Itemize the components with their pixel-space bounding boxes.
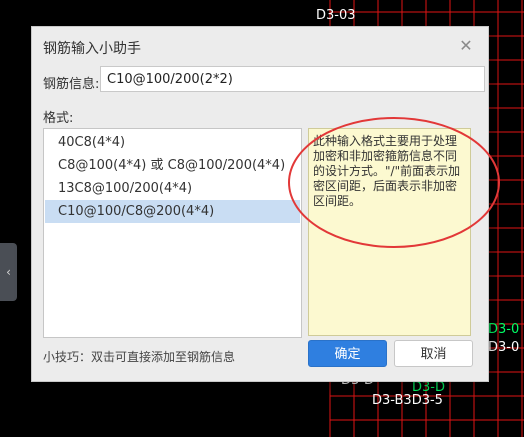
rebar-input-helper-dialog: 钢筋输入小助手 ✕ 钢筋信息: 格式: 40C8(4*4) C8@100(4*4…: [31, 26, 489, 382]
cad-label-bottom-3: D3-B3D3-5: [372, 393, 443, 408]
cancel-button[interactable]: 取消: [394, 340, 473, 367]
rebar-info-input[interactable]: [100, 66, 485, 92]
dialog-titlebar[interactable]: 钢筋输入小助手 ✕: [32, 27, 488, 65]
dialog-title: 钢筋输入小助手: [43, 41, 141, 57]
format-item-selected[interactable]: C10@100/C8@200(4*4): [45, 200, 300, 223]
format-item[interactable]: C8@100(4*4) 或 C8@100/200(4*4): [45, 154, 300, 177]
cad-label-top: D3-03: [316, 8, 356, 23]
ok-button[interactable]: 确定: [308, 340, 387, 367]
format-list[interactable]: 40C8(4*4) C8@100(4*4) 或 C8@100/200(4*4) …: [43, 128, 302, 338]
format-description: 此种输入格式主要用于处理加密和非加密箍筋信息不同的设计方式。"/"前面表示加密区…: [308, 128, 471, 336]
close-icon[interactable]: ✕: [456, 36, 476, 56]
chevron-left-icon: ‹: [6, 265, 11, 279]
cad-label-right-1: D3-0: [488, 322, 520, 337]
format-item[interactable]: 13C8@100/200(4*4): [45, 177, 300, 200]
cad-label-right-2: D3-0: [488, 340, 520, 355]
format-item[interactable]: 40C8(4*4): [45, 131, 300, 154]
rebar-info-label: 钢筋信息:: [43, 77, 100, 92]
tip-text: 小技巧：双击可直接添加至钢筋信息: [43, 350, 236, 364]
format-label: 格式:: [43, 111, 74, 126]
side-panel-toggle[interactable]: ‹: [0, 243, 17, 301]
